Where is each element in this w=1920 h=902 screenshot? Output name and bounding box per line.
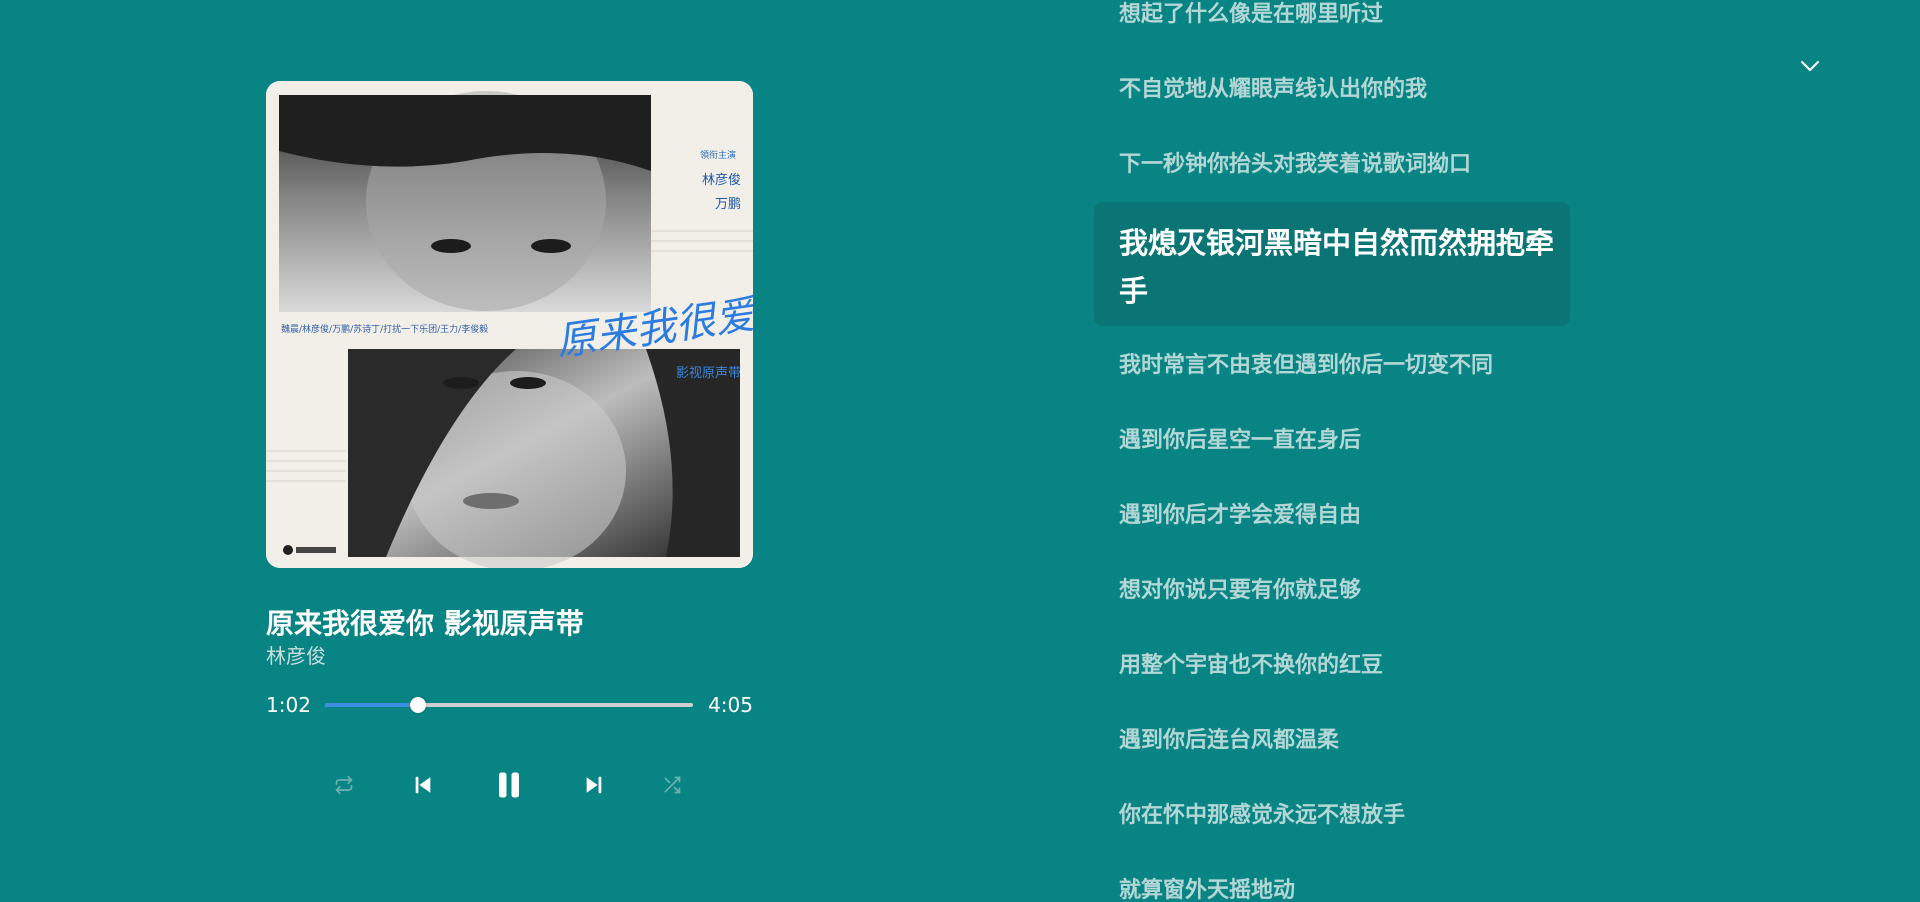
player-screen: 領衔主演 林彦俊 万鹏 魏晨/林彦俊/万鹏/苏诗丁/打扰一下乐团/王力/李俊毅 … [0,0,1920,902]
lyric-line[interactable]: 下一秒钟你抬头对我笑着说歌词拗口 [1119,150,1471,180]
lyric-line-active[interactable]: 我熄灭银河黑暗中自然而然拥抱牵 手 [1094,202,1570,326]
pause-icon [499,772,519,798]
artist-name[interactable]: 林彦俊 [266,642,753,670]
lyric-line[interactable]: 遇到你后连台风都温柔 [1119,726,1339,756]
collapse-player-button[interactable] [1796,52,1824,80]
album-title: 原来我很爱你 影视原声带 [266,607,584,640]
active-lyric-text-line-2: 手 [1119,274,1149,308]
lyric-line[interactable]: 遇到你后才学会爱得自由 [1119,501,1361,531]
lyric-line[interactable]: 想对你说只要有你就足够 [1119,576,1361,606]
lyric-line[interactable]: 就算窗外天摇地动 [1119,876,1295,902]
cover-cast-line: 魏晨/林彦俊/万鹏/苏诗丁/打扰一下乐团/王力/李俊毅 [281,323,488,335]
playback-controls [266,765,753,805]
now-playing-panel: 領衔主演 林彦俊 万鹏 魏晨/林彦俊/万鹏/苏诗丁/打扰一下乐团/王力/李俊毅 … [266,81,753,805]
lyric-line[interactable]: 遇到你后星空一直在身后 [1119,426,1361,456]
cover-credit-label: 領衔主演 [700,149,736,161]
lyric-line[interactable]: 我时常言不由衷但遇到你后一切变不同 [1119,351,1493,381]
progress-thumb[interactable] [410,697,427,713]
next-button[interactable] [574,765,614,805]
lyric-line[interactable]: 不自觉地从耀眼声线认出你的我 [1119,75,1427,105]
cover-credit-name-2: 万鹏 [715,197,741,212]
progress-slider[interactable] [325,697,693,713]
lyric-line[interactable]: 用整个宇宙也不换你的红豆 [1119,651,1383,681]
total-duration: 4:05 [708,693,753,717]
previous-button[interactable] [403,765,443,805]
active-lyric-text-line-1: 我熄灭银河黑暗中自然而然拥抱牵 [1119,226,1555,260]
lyric-line[interactable]: 你在怀中那感觉永远不想放手 [1119,801,1405,831]
album-cover-art: 領衔主演 林彦俊 万鹏 魏晨/林彦俊/万鹏/苏诗丁/打扰一下乐团/王力/李俊毅 … [266,81,753,568]
lyrics-panel[interactable]: 想起了什么像是在哪里听过 不自觉地从耀眼声线认出你的我 下一秒钟你抬头对我笑着说… [1094,0,1574,902]
cover-credit-name-1: 林彦俊 [702,172,741,188]
shuffle-icon [664,776,681,794]
chevron-down-icon [1801,61,1819,71]
skip-previous-icon [415,776,431,794]
progress-row: 1:02 4:05 [266,690,753,720]
lyric-line[interactable]: 想起了什么像是在哪里听过 [1119,0,1383,30]
progress-fill [325,703,419,707]
cover-subtitle: 影视原声带 [676,366,741,381]
current-time: 1:02 [266,693,311,717]
pause-button[interactable] [489,765,529,805]
repeat-icon [335,775,353,795]
shuffle-button[interactable] [652,765,692,805]
record-label-logo [283,545,293,555]
skip-next-icon [586,776,602,794]
repeat-button[interactable] [324,765,364,805]
album-cover: 領衔主演 林彦俊 万鹏 魏晨/林彦俊/万鹏/苏诗丁/打扰一下乐团/王力/李俊毅 … [266,81,753,568]
